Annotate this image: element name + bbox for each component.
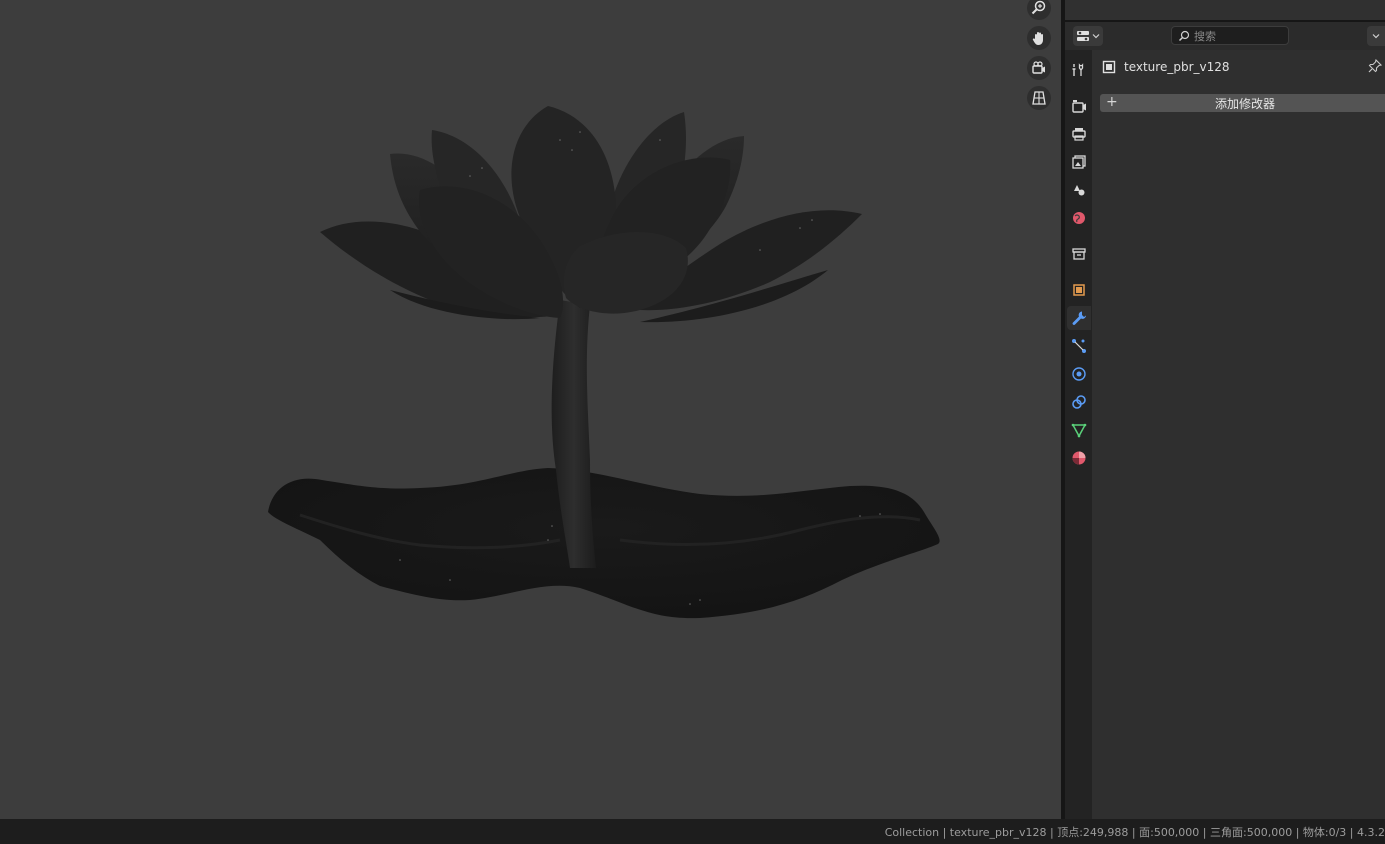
search-placeholder: 搜索	[1194, 29, 1216, 43]
object-tab[interactable]	[1067, 278, 1091, 302]
modifier-properties-panel: texture_pbr_v128 + 添加修改器	[1092, 50, 1385, 819]
plus-icon: +	[1106, 94, 1118, 110]
output-icon	[1072, 128, 1086, 141]
material-tab[interactable]	[1067, 446, 1091, 470]
lily-pad	[268, 468, 940, 619]
object-icon	[1073, 284, 1085, 296]
data-tab[interactable]	[1067, 418, 1091, 442]
view-layer-tab[interactable]	[1067, 150, 1091, 174]
constraints-icon	[1072, 395, 1086, 409]
outliner-area-bottom	[1065, 0, 1385, 22]
physics-icon	[1072, 367, 1086, 381]
add-modifier-label: 添加修改器	[1214, 96, 1275, 111]
3d-viewport[interactable]	[0, 0, 1061, 819]
constraints-tab[interactable]	[1067, 390, 1091, 414]
output-tab[interactable]	[1067, 122, 1091, 146]
tool-icon	[1072, 63, 1084, 76]
world-tab[interactable]	[1067, 206, 1091, 230]
modifiers-tab[interactable]	[1067, 306, 1091, 330]
view-layer-icon	[1072, 155, 1086, 169]
particles-tab[interactable]	[1067, 334, 1091, 358]
pan-hand-icon[interactable]	[1027, 26, 1051, 50]
chevron-down-icon	[1092, 34, 1100, 39]
scene-tab[interactable]	[1067, 178, 1091, 202]
properties-header: 搜索	[1065, 22, 1385, 50]
physics-tab[interactable]	[1067, 362, 1091, 386]
properties-editor-icon	[1077, 31, 1089, 41]
wrench-icon	[1072, 311, 1086, 325]
render-tab[interactable]	[1067, 94, 1091, 118]
object-context-row: texture_pbr_v128	[1102, 58, 1230, 76]
status-bar: Collection | texture_pbr_v128 | 顶点:249,9…	[0, 819, 1385, 844]
collection-tab[interactable]	[1067, 242, 1091, 266]
material-icon	[1072, 451, 1086, 465]
scene-statistics: Collection | texture_pbr_v128 | 顶点:249,9…	[884, 826, 1385, 839]
lotus-model-render	[268, 106, 940, 619]
add-modifier-button[interactable]: + 添加修改器	[1100, 94, 1385, 112]
object-name: texture_pbr_v128	[1124, 60, 1230, 74]
search-icon	[1178, 30, 1190, 41]
mesh-data-icon	[1071, 423, 1087, 438]
world-icon	[1073, 212, 1085, 224]
particles-icon	[1072, 339, 1086, 353]
camera-view-icon[interactable]	[1027, 56, 1051, 80]
scene-icon	[1074, 185, 1085, 196]
collection-icon	[1072, 248, 1086, 260]
tool-tab[interactable]	[1067, 58, 1091, 82]
object-icon	[1102, 60, 1116, 74]
render-icon	[1072, 100, 1086, 113]
pin-icon[interactable]	[1368, 59, 1382, 73]
editor-type-button[interactable]	[1073, 26, 1103, 46]
properties-tabs	[1065, 50, 1092, 819]
options-dropdown[interactable]	[1367, 26, 1385, 46]
search-input[interactable]: 搜索	[1171, 26, 1289, 45]
ortho-grid-icon[interactable]	[1027, 86, 1051, 110]
chevron-down-icon	[1372, 34, 1380, 39]
